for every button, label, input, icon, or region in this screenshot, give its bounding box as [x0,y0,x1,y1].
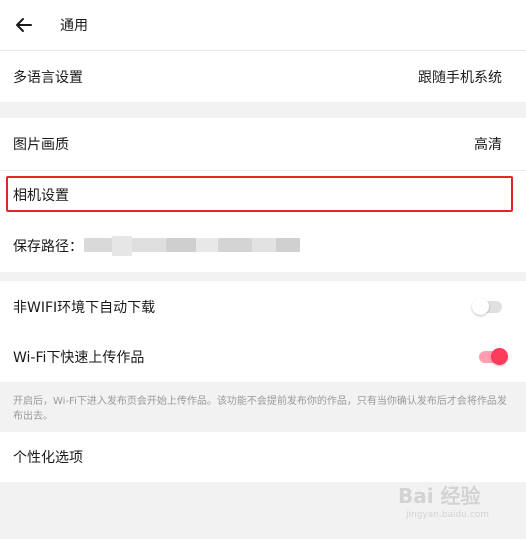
top-bar: 通用 [0,0,526,51]
watermark-url: jingyan.baidu.com [406,510,490,520]
fast-upload-row: Wi-Fi下快速上传作品 [0,332,526,382]
fast-upload-label: Wi-Fi下快速上传作品 [13,350,145,366]
baidu-watermark: Bai 经验 jingyan.baidu.com [398,480,518,524]
language-setting-value: 跟随手机系统 [418,69,502,86]
image-quality-row[interactable]: 图片画质 高清 [0,118,526,171]
arrow-left-icon[interactable] [14,15,34,35]
language-setting-label: 多语言设置 [13,69,83,86]
page-title: 通用 [60,18,88,34]
watermark-logo: Bai 经验 [398,484,481,508]
fast-upload-description: 开启后，Wi-Fi下进入发布页会开始上传作品。该功能不会提前发布你的作品，只有当… [13,396,507,422]
highlight-box [6,176,513,212]
language-setting-row[interactable]: 多语言设置 跟随手机系统 [0,51,526,102]
save-path-label: 保存路径： [13,238,83,255]
personalize-row[interactable]: 个性化选项 [0,432,526,482]
personalize-label: 个性化选项 [13,450,83,466]
image-quality-value: 高清 [474,137,502,153]
image-quality-label: 图片画质 [13,137,69,153]
auto-download-row: 非WIFI环境下自动下载 [0,281,526,332]
auto-download-label: 非WIFI环境下自动下载 [13,299,156,316]
